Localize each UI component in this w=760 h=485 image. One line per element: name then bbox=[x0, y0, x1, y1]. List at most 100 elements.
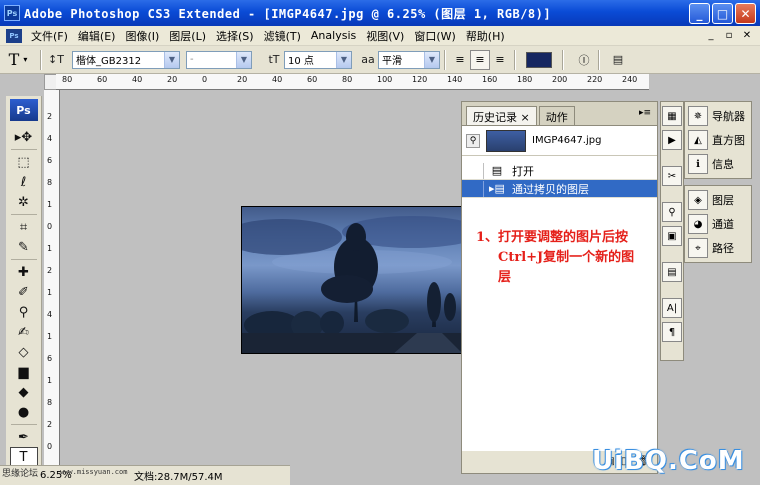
doc-minimize-button[interactable]: _ bbox=[704, 28, 718, 42]
menu-edit[interactable]: 编辑(E) bbox=[73, 28, 121, 44]
clone-source-icon[interactable]: ⚲ bbox=[662, 202, 682, 222]
close-button[interactable]: ✕ bbox=[735, 3, 756, 24]
history-panel-header: 历史记录 × 动作 ▸≡ bbox=[462, 102, 657, 126]
panel-menu-icon[interactable]: ▸≡ bbox=[639, 108, 651, 118]
tab-history[interactable]: 历史记录 × bbox=[466, 106, 537, 125]
history-snapshot[interactable]: ⚲ IMGP4647.jpg bbox=[462, 126, 657, 156]
navigator-icon: ✵ bbox=[688, 106, 708, 126]
photoshop-logo[interactable]: Ps bbox=[9, 99, 38, 121]
history-brush-source-icon[interactable]: ⚲ bbox=[466, 133, 480, 148]
paragraph-icon[interactable]: ¶ bbox=[662, 322, 682, 342]
font-style-select[interactable]: - ▼ bbox=[186, 50, 252, 69]
layer-comps-icon[interactable]: ▣ bbox=[662, 226, 682, 246]
status-bar: 6.25% 文档:28.7M/57.4M bbox=[0, 465, 290, 485]
magic-wand-tool-icon[interactable]: ✲ bbox=[10, 192, 38, 212]
forum-watermark: 思缘论坛 bbox=[2, 469, 39, 479]
blur-tool-icon[interactable]: ◆ bbox=[10, 382, 38, 402]
panel-label: 导航器 bbox=[712, 110, 745, 123]
character-icon[interactable]: A| bbox=[662, 298, 682, 318]
menu-filter[interactable]: 滤镜(T) bbox=[259, 28, 306, 44]
panel-layers[interactable]: ◈ 图层 bbox=[685, 188, 751, 212]
document-state-icon: ▸▤ bbox=[489, 182, 505, 195]
site-url-watermark: www.missyuan.com bbox=[60, 468, 128, 476]
panel-info[interactable]: ℹ 信息 bbox=[685, 152, 751, 176]
gradient-tool-icon[interactable]: ▆ bbox=[10, 362, 38, 382]
panel-dock-strip: ▦ ▶ ✂ ⚲ ▣ ▤ A| ¶ bbox=[660, 101, 684, 361]
panel-paths[interactable]: ⌖ 路径 bbox=[685, 236, 751, 260]
history-state-open[interactable]: ▤ 打开 bbox=[462, 162, 657, 180]
panel-channels[interactable]: ◕ 通道 bbox=[685, 212, 751, 236]
anti-alias-select[interactable]: 平滑 ▼ bbox=[378, 50, 440, 69]
lasso-tool-icon[interactable]: ℓ bbox=[10, 172, 38, 192]
info-icon: ℹ bbox=[688, 154, 708, 174]
anti-alias-value: 平滑 bbox=[382, 56, 402, 67]
doc-close-button[interactable]: ✕ bbox=[740, 28, 754, 42]
tab-actions[interactable]: 动作 bbox=[538, 106, 575, 125]
type-tool-icon[interactable]: T bbox=[9, 447, 38, 467]
divider bbox=[10, 214, 37, 215]
history-state-layer-via-copy[interactable]: ▸▤ 通过拷贝的图层 bbox=[462, 180, 657, 198]
menu-help[interactable]: 帮助(H) bbox=[461, 28, 510, 44]
move-tool-icon[interactable]: ▸✥ bbox=[10, 127, 38, 147]
actions-icon[interactable]: ▶ bbox=[662, 130, 682, 150]
divider bbox=[10, 259, 37, 260]
dodge-tool-icon[interactable]: ● bbox=[10, 402, 38, 422]
brush-tool-icon[interactable]: ✐ bbox=[10, 282, 38, 302]
ruler-tick-label: 0 bbox=[47, 222, 53, 231]
history-source-checkbox[interactable] bbox=[468, 180, 484, 197]
snapshot-thumbnail bbox=[486, 129, 526, 152]
menu-analysis[interactable]: Analysis bbox=[306, 29, 361, 42]
font-size-select[interactable]: 10 点 ▼ bbox=[284, 50, 352, 69]
font-family-select[interactable]: 楷体_GB2312 ▼ bbox=[72, 50, 180, 69]
crop-tool-icon[interactable]: ⌗ bbox=[10, 217, 38, 237]
ruler-tick-label: 60 bbox=[97, 75, 108, 84]
ruler-tick-label: 40 bbox=[132, 75, 143, 84]
ruler-tick-label: 6 bbox=[47, 354, 53, 363]
minimize-button[interactable]: _ bbox=[689, 3, 710, 24]
maximize-button[interactable]: □ bbox=[712, 3, 733, 24]
history-brush-tool-icon[interactable]: ✍ bbox=[10, 322, 38, 342]
menu-image[interactable]: 图像(I) bbox=[120, 28, 164, 44]
text-color-swatch[interactable] bbox=[526, 51, 552, 68]
panel-histogram[interactable]: ◭ 直方图 bbox=[685, 128, 751, 152]
align-left-button[interactable]: ≡ bbox=[450, 50, 470, 70]
window-controls: _ □ ✕ bbox=[689, 3, 756, 24]
divider bbox=[444, 49, 446, 70]
brushes-icon[interactable]: ✂ bbox=[662, 166, 682, 186]
eraser-tool-icon[interactable]: ◇ bbox=[10, 342, 38, 362]
divider bbox=[10, 424, 37, 425]
toolbox: Ps ▸✥ ⬚ ℓ ✲ ⌗ ✎ ✚ ✐ ⚲ ✍ ◇ ▆ ◆ ● ✒ T ▸ bbox=[6, 96, 42, 485]
history-source-checkbox[interactable] bbox=[468, 162, 484, 179]
panel-navigator[interactable]: ✵ 导航器 bbox=[685, 104, 751, 128]
document-icon[interactable]: Ps bbox=[6, 28, 22, 43]
right-panel-dock: ✵ 导航器 ◭ 直方图 ℹ 信息 ◈ 图层 ◕ 通道 ⌖ 路径 bbox=[684, 101, 752, 269]
ruler-tick-label: 0 bbox=[47, 442, 53, 451]
slice-tool-icon[interactable]: ✎ bbox=[10, 237, 38, 257]
menu-window[interactable]: 窗口(W) bbox=[409, 28, 460, 44]
palettes-toggle-icon[interactable]: ▤ bbox=[608, 50, 628, 70]
menu-file[interactable]: 文件(F) bbox=[26, 28, 73, 44]
warp-text-icon[interactable]: Ⓘ bbox=[574, 50, 594, 70]
type-tool-preset-icon[interactable]: T ▾ bbox=[0, 48, 36, 72]
menu-select[interactable]: 选择(S) bbox=[211, 28, 259, 44]
notes-icon[interactable]: ▤ bbox=[662, 262, 682, 282]
pen-tool-icon[interactable]: ✒ bbox=[10, 427, 38, 447]
align-center-button[interactable]: ≡ bbox=[470, 49, 490, 70]
ruler-tick-label: 8 bbox=[47, 398, 53, 407]
healing-brush-tool-icon[interactable]: ✚ bbox=[10, 262, 38, 282]
text-orientation-icon[interactable]: ↕T bbox=[46, 50, 66, 70]
divider bbox=[661, 250, 683, 258]
clone-stamp-tool-icon[interactable]: ⚲ bbox=[10, 302, 38, 322]
align-right-button[interactable]: ≡ bbox=[490, 50, 510, 70]
marquee-tool-icon[interactable]: ⬚ bbox=[10, 152, 38, 172]
menu-view[interactable]: 视图(V) bbox=[361, 28, 409, 44]
type-tool-letter: T bbox=[8, 50, 20, 69]
doc-restore-button[interactable]: ▫ bbox=[722, 28, 736, 42]
menu-layer[interactable]: 图层(L) bbox=[164, 28, 211, 44]
close-icon[interactable]: × bbox=[521, 111, 530, 124]
document-image[interactable] bbox=[241, 206, 463, 354]
paths-icon: ⌖ bbox=[688, 238, 708, 258]
ruler-tick-label: 20 bbox=[167, 75, 178, 84]
tool-presets-icon[interactable]: ▦ bbox=[662, 106, 682, 126]
ruler-tick-label: 100 bbox=[377, 75, 393, 84]
